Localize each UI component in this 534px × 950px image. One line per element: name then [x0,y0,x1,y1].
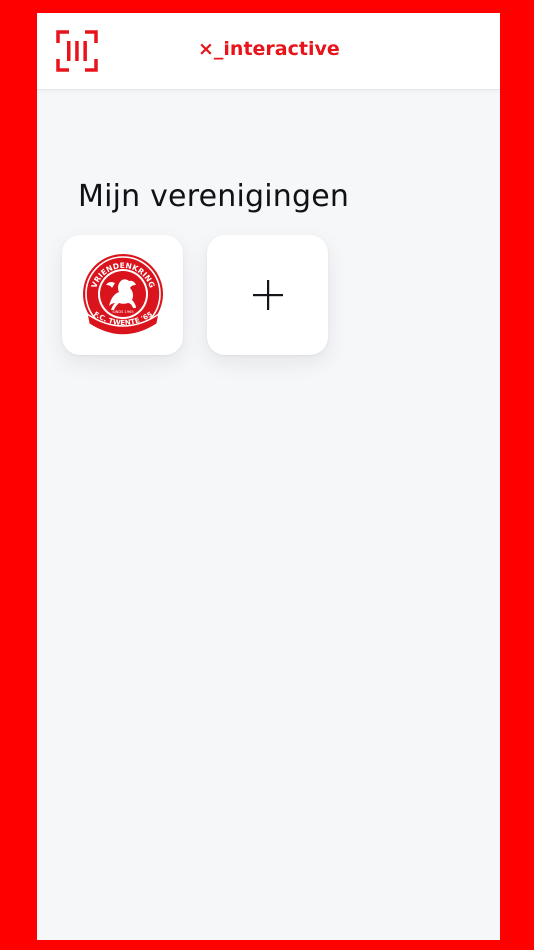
add-club-button[interactable] [207,235,328,355]
logo-text-small: SINDS 1965 [112,310,133,314]
app-screen: ×_interactive Mijn verenigingen VRIENDEN… [37,13,500,940]
brand-word: interactive [223,38,340,60]
plus-icon [253,280,283,310]
top-bar: ×_interactive [37,13,500,89]
brand-x: × [198,38,214,60]
club-tile-fc-twente[interactable]: VRIENDENKRING SINDS 1965 F.C. TWENTE '65 [62,235,183,355]
brand-logo: ×_interactive [198,35,343,63]
qr-scan-icon[interactable] [55,29,99,73]
brand-underscore: _ [213,38,224,60]
page-title: Mijn verenigingen [78,179,350,214]
fc-twente-vriendenkring-logo: VRIENDENKRING SINDS 1965 F.C. TWENTE '65 [83,254,163,336]
